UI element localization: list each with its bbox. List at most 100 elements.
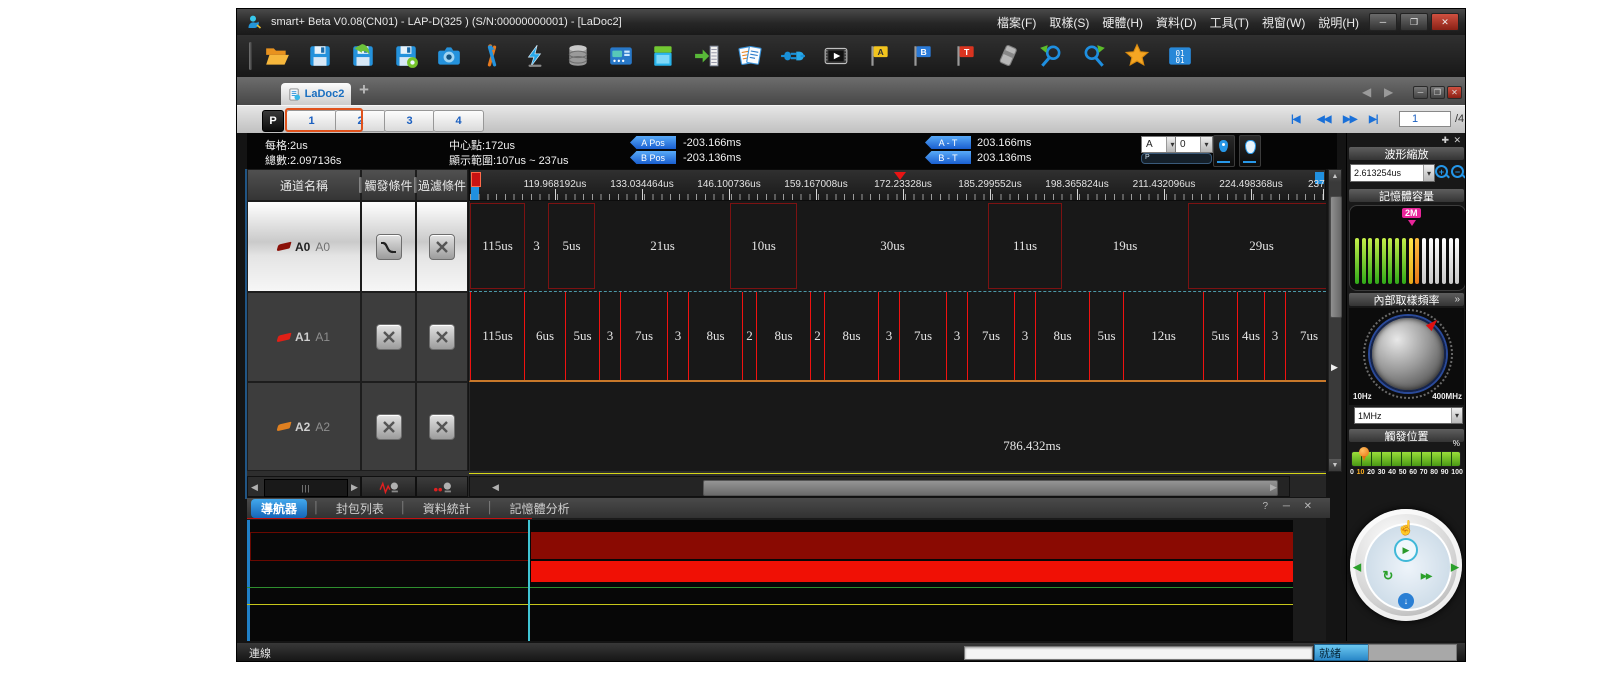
waveform-row-a2[interactable]: 786.432ms [469, 382, 1326, 471]
waveform-row-a1[interactable]: 115us6us5us37us38us28us28us37us37us38us5… [469, 292, 1326, 382]
menu-item[interactable]: 說明(H) [1318, 14, 1359, 31]
minimize-button[interactable]: ─ [1369, 13, 1397, 31]
column-header-0[interactable]: 通道名稱 [247, 169, 361, 201]
save-icon[interactable] [307, 43, 333, 69]
toolbar-grip[interactable] [249, 42, 252, 70]
b-pos-badge[interactable]: B Pos [630, 151, 676, 164]
window-layout-icon[interactable] [651, 43, 677, 69]
waveform-playback-icon[interactable] [823, 43, 849, 69]
quick-capture-icon[interactable] [522, 43, 548, 69]
zoom-in-button[interactable]: + [1434, 164, 1450, 180]
flag-a-icon[interactable]: A [866, 43, 892, 69]
menu-item[interactable]: 檔案(F) [997, 14, 1036, 31]
save-as-icon[interactable] [393, 43, 419, 69]
search-next-icon[interactable] [1081, 43, 1107, 69]
waveform-horizontal-scrollbar[interactable]: ◀ ▶ [469, 476, 1290, 497]
page-nav-prev-icon[interactable]: ◀◀ [1317, 114, 1330, 125]
vertical-scrollbar[interactable]: ▲ ▶ ▼ [1328, 169, 1342, 472]
page-nav-last-icon[interactable]: ▶| [1369, 114, 1378, 125]
frequency-select[interactable]: 1MHz [1354, 407, 1463, 424]
menu-item[interactable]: 取樣(S) [1049, 14, 1089, 31]
column-scroll-grip[interactable]: ||| [264, 479, 348, 497]
panel-expand-icon[interactable]: ▶ [1331, 362, 1338, 373]
section-more-icon[interactable]: » [1454, 294, 1460, 305]
filter-condition-cell-A1[interactable] [416, 292, 468, 382]
page-nav-next-icon[interactable]: ▶▶ [1343, 114, 1356, 125]
close-button[interactable]: ✕ [1431, 13, 1459, 31]
tab-scroll-left-icon[interactable]: ◀ [1362, 85, 1371, 99]
device-panel-icon[interactable] [608, 43, 634, 69]
scroll-right-icon[interactable]: ▶ [1270, 482, 1277, 493]
filter-none-icon[interactable] [429, 414, 455, 440]
filter-none-icon[interactable] [429, 234, 455, 260]
column-header-2[interactable]: 過濾條件 [416, 169, 468, 201]
search-prev-icon[interactable] [1038, 43, 1064, 69]
panel-close-icon[interactable]: ✕ [1453, 135, 1461, 146]
drag-hand-icon[interactable]: ☝ [1397, 520, 1414, 537]
trigger-none-icon[interactable] [376, 414, 402, 440]
waveform-view-toggle-button[interactable] [361, 476, 416, 497]
export-data-icon[interactable] [694, 43, 720, 69]
bottom-tab-3[interactable]: 資料統計 [413, 499, 481, 518]
trigger-none-icon[interactable] [376, 324, 402, 350]
memory-depth-icon[interactable] [565, 43, 591, 69]
page-button-4[interactable]: 4 [433, 110, 484, 132]
tab-scroll-right-icon[interactable]: ▶ [1384, 85, 1393, 99]
zoom-out-button[interactable]: − [1450, 164, 1466, 180]
trigger-condition-cell-A1[interactable] [361, 292, 416, 382]
open-file-icon[interactable] [264, 43, 290, 69]
rotate-icon[interactable]: ↻ [1383, 568, 1394, 584]
b-t-badge[interactable]: B - T [925, 151, 971, 164]
filter-none-icon[interactable] [429, 324, 455, 350]
dot-view-toggle-button[interactable] [416, 476, 468, 497]
page-p-button[interactable]: P [262, 110, 284, 132]
menu-item[interactable]: 工具(T) [1210, 14, 1249, 31]
doc-restore-button[interactable]: ❐ [1430, 86, 1445, 99]
memory-capacity-gauge[interactable]: 2M [1349, 205, 1466, 291]
flag-t-icon[interactable]: T [952, 43, 978, 69]
p-progress-bar[interactable]: P [1141, 153, 1212, 164]
scroll-down-icon[interactable]: ▼ [1329, 459, 1341, 471]
scroll-left-icon[interactable]: ◀ [492, 482, 499, 493]
timeline-ruler[interactable]: 237.5 119.968192us133.034464us146.100736… [469, 169, 1326, 201]
navigation-pad[interactable]: ☝▶↻▶▶↓◀▶ [1350, 509, 1462, 621]
panel-help-button[interactable]: ? [1262, 501, 1268, 512]
navigator-view-cursor[interactable] [528, 520, 530, 641]
channel-column-scrollbar[interactable]: ◀ ||| ▶ [247, 476, 361, 497]
tab-ladoc2[interactable]: LaDoc2 [281, 83, 351, 105]
add-tab-button[interactable]: + [359, 80, 369, 100]
menu-item[interactable]: 視窗(W) [1262, 14, 1305, 31]
panel-pin-icon[interactable]: ✚ [1441, 135, 1449, 146]
bottom-tab-2[interactable]: 封包列表 [326, 499, 394, 518]
trigger-condition-cell-A0[interactable] [361, 201, 416, 292]
navigator-overview[interactable] [247, 520, 1293, 641]
scroll-left-icon[interactable]: ◀ [251, 482, 258, 493]
zoom-level-select[interactable]: 2.613254us [1350, 164, 1435, 182]
favorites-icon[interactable] [1124, 43, 1150, 69]
panel-minimize-button[interactable]: ─ [1283, 501, 1290, 512]
settings-tools-icon[interactable] [479, 43, 505, 69]
goto-marker-b-button[interactable] [1239, 135, 1261, 167]
channel-name-A2[interactable]: A2A2 [247, 382, 361, 471]
marker-select[interactable]: A [1141, 136, 1179, 153]
bottom-tab-1[interactable]: 導航器 [251, 499, 307, 518]
menu-item[interactable]: 硬體(H) [1102, 14, 1143, 31]
play-icon[interactable]: ▶ [1394, 538, 1418, 562]
column-header-1[interactable]: 觸發條件 [361, 169, 416, 201]
waveform-row-a0[interactable]: 115us35us21us10us30us11us19us29us [469, 201, 1326, 292]
filter-condition-cell-A0[interactable] [416, 201, 468, 292]
trigger-condition-cell-A2[interactable] [361, 382, 416, 471]
vertical-scroll-thumb[interactable] [1330, 196, 1342, 318]
menu-item[interactable]: 資料(D) [1156, 14, 1197, 31]
save-restore-icon[interactable] [350, 43, 376, 69]
fast-forward-icon[interactable]: ▶▶ [1421, 572, 1431, 581]
pan-left-icon[interactable]: ◀ [1353, 561, 1361, 574]
panel-close-button[interactable]: ✕ [1304, 501, 1312, 512]
a-pos-badge[interactable]: A Pos [630, 136, 676, 149]
header-grip[interactable] [359, 177, 362, 193]
restore-button[interactable]: ❐ [1400, 13, 1428, 31]
value-display-icon[interactable]: 0101 [1167, 43, 1193, 69]
header-grip[interactable] [414, 177, 417, 193]
page-number-input[interactable] [1399, 111, 1451, 127]
screenshot-icon[interactable] [436, 43, 462, 69]
